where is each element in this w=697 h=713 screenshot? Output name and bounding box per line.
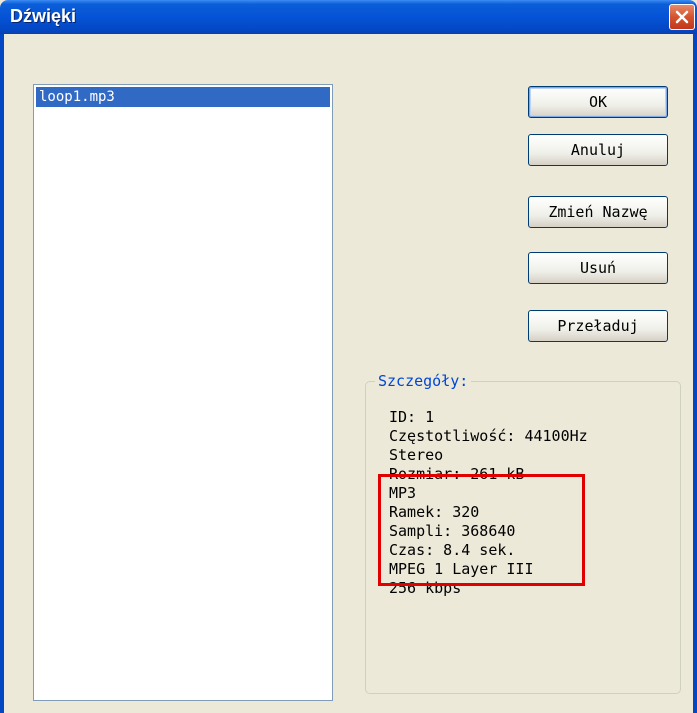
- window-border-left: [0, 34, 4, 713]
- cancel-button[interactable]: Anuluj: [528, 134, 668, 166]
- highlight-box: [378, 474, 585, 586]
- detail-channels: Stereo: [389, 446, 444, 464]
- ok-button[interactable]: OK: [528, 86, 668, 118]
- rename-button[interactable]: Zmień Nazwę: [528, 196, 668, 228]
- detail-id: ID: 1: [389, 408, 435, 426]
- sounds-dialog: Dźwięki loop1.mp3 OK Anuluj Zmień Nazwę …: [0, 0, 697, 713]
- window-title: Dźwięki: [10, 6, 77, 26]
- title-bar[interactable]: Dźwięki: [0, 0, 697, 34]
- reload-button[interactable]: Przeładuj: [528, 310, 668, 342]
- sound-list[interactable]: loop1.mp3: [33, 84, 333, 701]
- window-border-right: [693, 34, 697, 713]
- list-item[interactable]: loop1.mp3: [36, 87, 330, 107]
- details-legend: Szczegóły:: [375, 372, 472, 390]
- delete-button[interactable]: Usuń: [528, 252, 668, 284]
- close-icon: [675, 10, 689, 24]
- close-button[interactable]: [669, 4, 695, 30]
- detail-frequency: Częstotliwość: 44100Hz: [389, 427, 588, 445]
